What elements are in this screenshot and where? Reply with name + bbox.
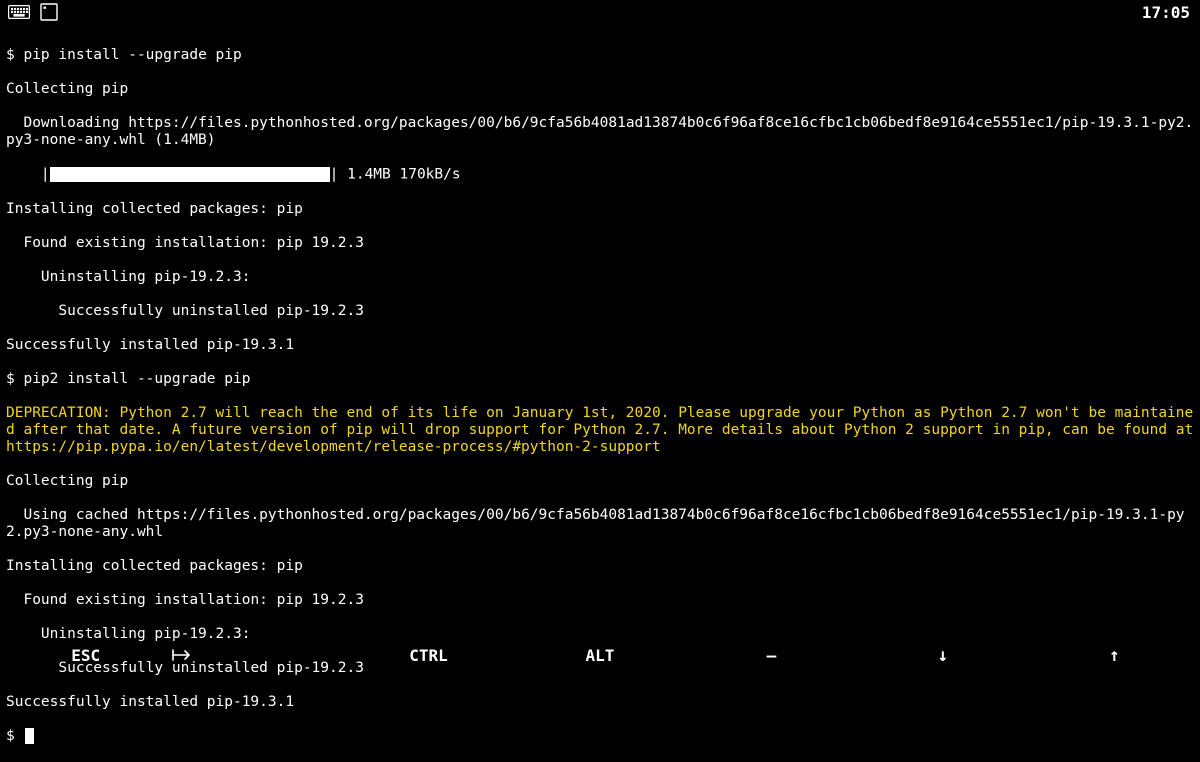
- progress-left: |: [6, 167, 50, 183]
- prompt: $: [6, 728, 23, 744]
- prompt-line: $: [6, 728, 1194, 745]
- command-line: $ pip install --upgrade pip: [6, 47, 1194, 64]
- output-line: Found existing installation: pip 19.2.3: [6, 235, 1194, 252]
- output-line: Downloading https://files.pythonhosted.o…: [6, 115, 1194, 149]
- progress-line: | | 1.4MB 170kB/s: [6, 166, 1194, 184]
- command-text: pip install --upgrade pip: [23, 47, 241, 63]
- keyboard-icon[interactable]: [8, 5, 30, 19]
- progress-bar-fill: [50, 167, 330, 182]
- terminal-session-icon[interactable]: [40, 3, 58, 21]
- alt-key[interactable]: ALT: [514, 647, 685, 664]
- ctrl-key[interactable]: CTRL: [343, 647, 514, 664]
- extra-keys-bar: ESC CTRL ALT — ↓ ↑: [0, 635, 1200, 675]
- output-line: Found existing installation: pip 19.2.3: [6, 592, 1194, 609]
- output-line: Installing collected packages: pip: [6, 201, 1194, 218]
- cursor-block: [25, 728, 34, 744]
- esc-key[interactable]: ESC: [0, 647, 171, 664]
- output-line: Successfully uninstalled pip-19.2.3: [6, 303, 1194, 320]
- output-line: Uninstalling pip-19.2.3:: [6, 269, 1194, 286]
- prompt: $: [6, 371, 23, 387]
- command-line: $ pip2 install --upgrade pip: [6, 371, 1194, 388]
- output-line: Using cached https://files.pythonhosted.…: [6, 507, 1194, 541]
- output-line: Collecting pip: [6, 473, 1194, 490]
- progress-right: | 1.4MB 170kB/s: [330, 167, 461, 183]
- output-line: Installing collected packages: pip: [6, 558, 1194, 575]
- prompt: $: [6, 47, 23, 63]
- output-line: Successfully installed pip-19.3.1: [6, 694, 1194, 711]
- command-text: pip2 install --upgrade pip: [23, 371, 250, 387]
- deprecation-warning: DEPRECATION: Python 2.7 will reach the e…: [6, 405, 1194, 456]
- dash-key[interactable]: —: [686, 647, 857, 664]
- android-terminal-topbar: 17:05: [0, 0, 1200, 24]
- progress-bar: [50, 166, 330, 183]
- arrow-down-key[interactable]: ↓: [857, 647, 1028, 664]
- topbar-left-icons: [6, 3, 58, 21]
- arrow-up-key[interactable]: ↑: [1029, 647, 1200, 664]
- output-line: Collecting pip: [6, 81, 1194, 98]
- clock-time: 17:05: [1142, 4, 1194, 21]
- tab-key[interactable]: [171, 648, 342, 662]
- output-line: Successfully installed pip-19.3.1: [6, 337, 1194, 354]
